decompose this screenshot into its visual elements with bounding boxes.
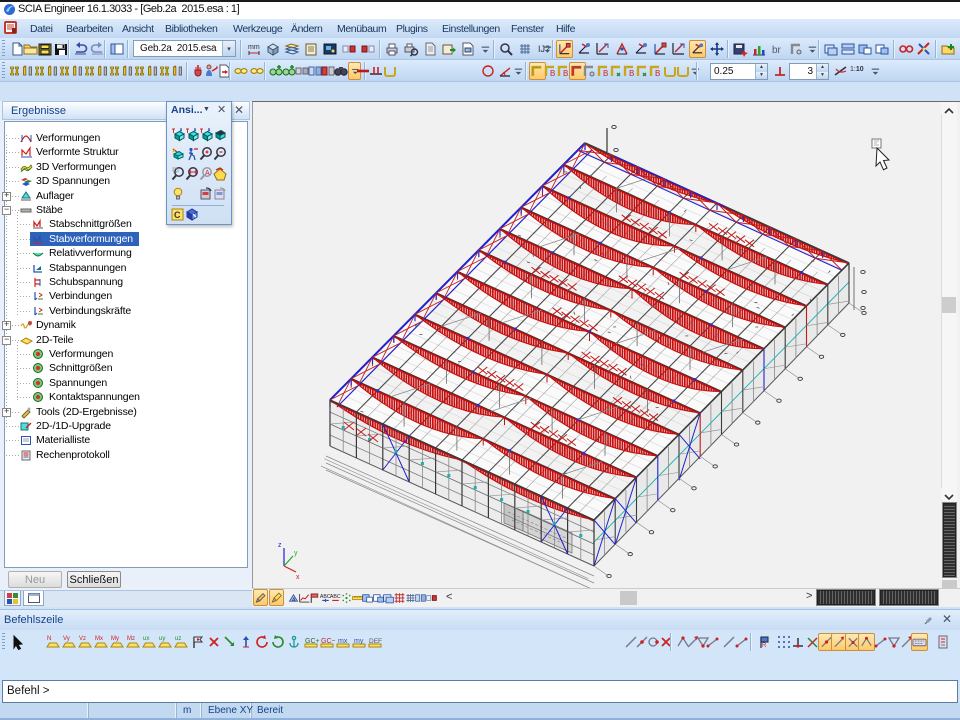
svg-text:R: R [762, 643, 767, 649]
svg-text:B: B [629, 69, 634, 78]
svg-text:ux: ux [143, 636, 149, 642]
svg-text:Vz: Vz [79, 636, 86, 642]
svg-text:GC−: GC− [321, 638, 335, 645]
svg-text:GC+: GC+ [305, 638, 319, 645]
svg-text:mm: mm [248, 44, 260, 51]
svg-text:x: x [296, 574, 300, 581]
svg-text:mx: mx [338, 638, 348, 645]
svg-text:my: my [354, 638, 364, 645]
svg-text:uz: uz [175, 636, 181, 642]
svg-text:Mz: Mz [127, 636, 135, 642]
svg-text:uy: uy [159, 636, 165, 642]
svg-text:DEF: DEF [369, 638, 382, 645]
svg-text:A: A [292, 597, 296, 603]
svg-text:N: N [47, 636, 51, 642]
svg-text:br: br [772, 45, 782, 56]
svg-text:A: A [205, 170, 210, 177]
svg-text:z: z [278, 542, 282, 549]
svg-text:B: B [550, 69, 555, 78]
svg-text:My: My [111, 636, 119, 642]
svg-text:B: B [655, 69, 660, 78]
svg-text:B: B [563, 69, 568, 78]
svg-text:B: B [603, 69, 608, 78]
svg-text:Mx: Mx [95, 636, 103, 642]
svg-text:y: y [294, 550, 298, 557]
svg-text:Vy: Vy [63, 636, 70, 642]
svg-text:C: C [174, 210, 181, 220]
